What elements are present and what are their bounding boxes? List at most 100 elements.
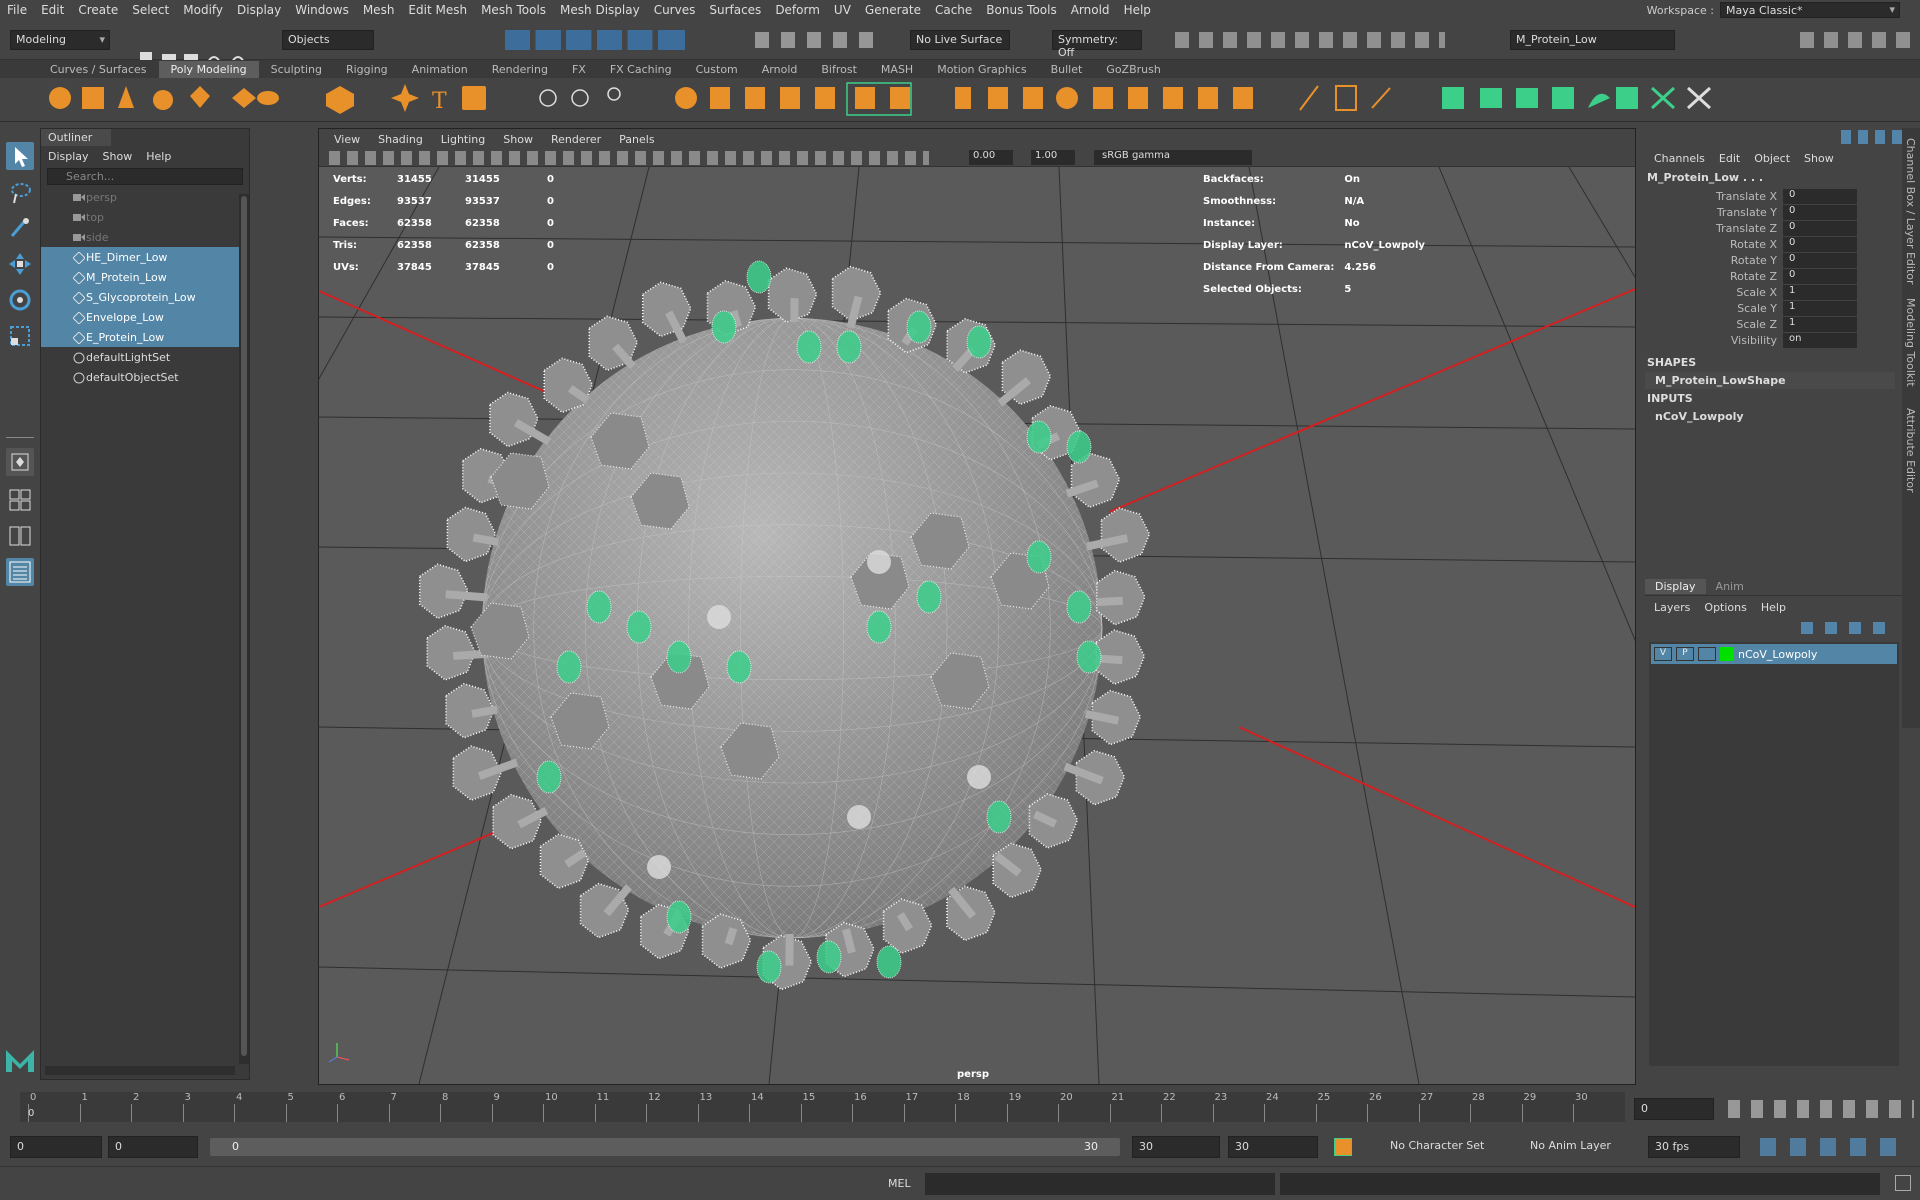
scale-tool-icon[interactable] bbox=[6, 322, 34, 350]
layer-row[interactable]: V P nCoV_Lowpoly bbox=[1651, 644, 1897, 664]
shelf-tab-fx-caching[interactable]: FX Caching bbox=[598, 61, 684, 78]
tab-display[interactable]: Display bbox=[1645, 579, 1706, 594]
e-protein[interactable] bbox=[867, 550, 891, 574]
menu-modify[interactable]: Modify bbox=[176, 3, 230, 17]
m-protein[interactable] bbox=[916, 580, 942, 614]
channel-row[interactable]: Rotate Z 0 bbox=[1645, 268, 1905, 284]
viewport-menu-lighting[interactable]: Lighting bbox=[432, 133, 494, 146]
menu-select[interactable]: Select bbox=[125, 3, 176, 17]
snap-tools-icons[interactable] bbox=[505, 30, 685, 50]
outliner-menu-show[interactable]: Show bbox=[103, 150, 133, 163]
shelf-tab-fx[interactable]: FX bbox=[560, 61, 598, 78]
channel-row[interactable]: Translate X 0 bbox=[1645, 188, 1905, 204]
menu-display[interactable]: Display bbox=[230, 3, 288, 17]
outliner-item[interactable]: S_Glycoprotein_Low bbox=[41, 287, 249, 307]
m-protein[interactable] bbox=[866, 610, 892, 644]
layer-menu-options[interactable]: Options bbox=[1704, 601, 1746, 614]
shelf-tab-rendering[interactable]: Rendering bbox=[480, 61, 560, 78]
menu-mesh-display[interactable]: Mesh Display bbox=[553, 3, 647, 17]
m-protein[interactable] bbox=[1066, 590, 1092, 624]
rotate-tool-icon[interactable] bbox=[6, 286, 34, 314]
exposure-field[interactable]: 0.00 bbox=[969, 150, 1013, 165]
tab-attribute-editor[interactable]: Attribute Editor bbox=[1904, 408, 1917, 493]
channel-menu-show[interactable]: Show bbox=[1804, 152, 1834, 165]
outliner-item[interactable]: defaultLightSet bbox=[41, 347, 249, 367]
outliner-hscrollbar[interactable] bbox=[45, 1066, 235, 1075]
channel-value[interactable]: 0 bbox=[1783, 220, 1857, 236]
current-frame-field[interactable]: 0 bbox=[1634, 1098, 1714, 1120]
outliner-item[interactable]: M_Protein_Low bbox=[41, 267, 249, 287]
channel-value[interactable]: 1 bbox=[1783, 300, 1857, 316]
tab-modeling-toolkit[interactable]: Modeling Toolkit bbox=[1904, 298, 1917, 387]
auto-key-icon[interactable] bbox=[1334, 1138, 1352, 1156]
shelf-tab-mash[interactable]: MASH bbox=[869, 61, 925, 78]
channel-row[interactable]: Scale Y 1 bbox=[1645, 300, 1905, 316]
channel-value[interactable]: 0 bbox=[1783, 268, 1857, 284]
channel-value[interactable]: 0 bbox=[1783, 188, 1857, 204]
outliner-layout-icon[interactable] bbox=[6, 558, 34, 586]
shelf-tab-curves-surfaces[interactable]: Curves / Surfaces bbox=[38, 61, 159, 78]
input-node[interactable]: nCoV_Lowpoly bbox=[1645, 408, 1895, 425]
live-surface-field[interactable]: No Live Surface bbox=[910, 30, 1010, 50]
playback-start-field[interactable]: 0 bbox=[108, 1136, 198, 1158]
menu-bonus-tools[interactable]: Bonus Tools bbox=[979, 3, 1063, 17]
playback-toggle[interactable]: P bbox=[1676, 647, 1694, 661]
channel-value[interactable]: 1 bbox=[1783, 316, 1857, 332]
channel-box-toolbar-icons[interactable] bbox=[1841, 130, 1905, 144]
channel-row[interactable]: Translate Y 0 bbox=[1645, 204, 1905, 220]
layer-menu-help[interactable]: Help bbox=[1761, 601, 1786, 614]
e-protein[interactable] bbox=[967, 765, 991, 789]
menu-edit-mesh[interactable]: Edit Mesh bbox=[401, 3, 474, 17]
range-tools-icons[interactable] bbox=[1760, 1138, 1910, 1156]
menu-deform[interactable]: Deform bbox=[768, 3, 827, 17]
perspective-viewport[interactable]: View Shading Lighting Show Renderer Panels 0.… bbox=[318, 128, 1636, 1085]
workspace-dropdown[interactable]: Maya Classic* bbox=[1720, 2, 1900, 18]
m-protein[interactable] bbox=[1066, 430, 1092, 464]
display-type-toggle[interactable] bbox=[1698, 647, 1716, 661]
menu-create[interactable]: Create bbox=[71, 3, 125, 17]
two-view-layout-icon[interactable] bbox=[6, 522, 34, 550]
layer-color-swatch[interactable] bbox=[1720, 647, 1734, 661]
menu-surfaces[interactable]: Surfaces bbox=[702, 3, 768, 17]
channel-row[interactable]: Translate Z 0 bbox=[1645, 220, 1905, 236]
channel-value[interactable]: 0 bbox=[1783, 236, 1857, 252]
render-tools-icons[interactable] bbox=[1175, 32, 1445, 48]
m-protein[interactable] bbox=[1076, 640, 1102, 674]
outliner-menu-display[interactable]: Display bbox=[48, 150, 89, 163]
menu-file[interactable]: File bbox=[0, 3, 34, 17]
e-protein[interactable] bbox=[707, 605, 731, 629]
spike-protein[interactable] bbox=[641, 281, 692, 338]
select-tool-icon[interactable] bbox=[6, 142, 34, 170]
shelf-tab-animation[interactable]: Animation bbox=[400, 61, 480, 78]
shelf-tab-custom[interactable]: Custom bbox=[684, 61, 750, 78]
mel-input[interactable] bbox=[925, 1173, 1275, 1195]
channel-menu-channels[interactable]: Channels bbox=[1654, 152, 1705, 165]
selection-mode-dropdown[interactable]: Objects bbox=[282, 30, 374, 50]
menu-arnold[interactable]: Arnold bbox=[1064, 3, 1117, 17]
four-view-layout-icon[interactable] bbox=[6, 486, 34, 514]
outliner-menu-help[interactable]: Help bbox=[146, 150, 171, 163]
m-protein[interactable] bbox=[986, 800, 1012, 834]
m-protein[interactable] bbox=[836, 330, 862, 364]
menu-help[interactable]: Help bbox=[1117, 3, 1158, 17]
visibility-toggle[interactable]: V bbox=[1654, 647, 1672, 661]
shelf-tab-sculpting[interactable]: Sculpting bbox=[259, 61, 334, 78]
outliner-item[interactable]: persp bbox=[41, 187, 249, 207]
single-perspective-layout-icon[interactable] bbox=[6, 448, 34, 476]
channel-row[interactable]: Rotate X 0 bbox=[1645, 236, 1905, 252]
m-protein[interactable] bbox=[726, 650, 752, 684]
menu-curves[interactable]: Curves bbox=[647, 3, 703, 17]
range-bar[interactable]: 0 30 bbox=[210, 1138, 1120, 1156]
layer-tool-icons[interactable] bbox=[1801, 622, 1887, 634]
m-protein[interactable] bbox=[536, 760, 562, 794]
m-protein[interactable] bbox=[906, 310, 932, 344]
script-editor-icon[interactable] bbox=[1895, 1175, 1911, 1191]
viewport-menu-shading[interactable]: Shading bbox=[369, 133, 432, 146]
playback-end-field[interactable]: 30 bbox=[1132, 1136, 1220, 1158]
channel-value[interactable]: 0 bbox=[1783, 204, 1857, 220]
current-frame-marker[interactable]: 0 bbox=[28, 1108, 34, 1119]
viewport-menu-show[interactable]: Show bbox=[494, 133, 542, 146]
outliner-search-input[interactable]: Search... bbox=[47, 168, 243, 185]
shelf-tab-arnold[interactable]: Arnold bbox=[750, 61, 810, 78]
character-set-dropdown[interactable]: No Character Set bbox=[1384, 1136, 1500, 1158]
